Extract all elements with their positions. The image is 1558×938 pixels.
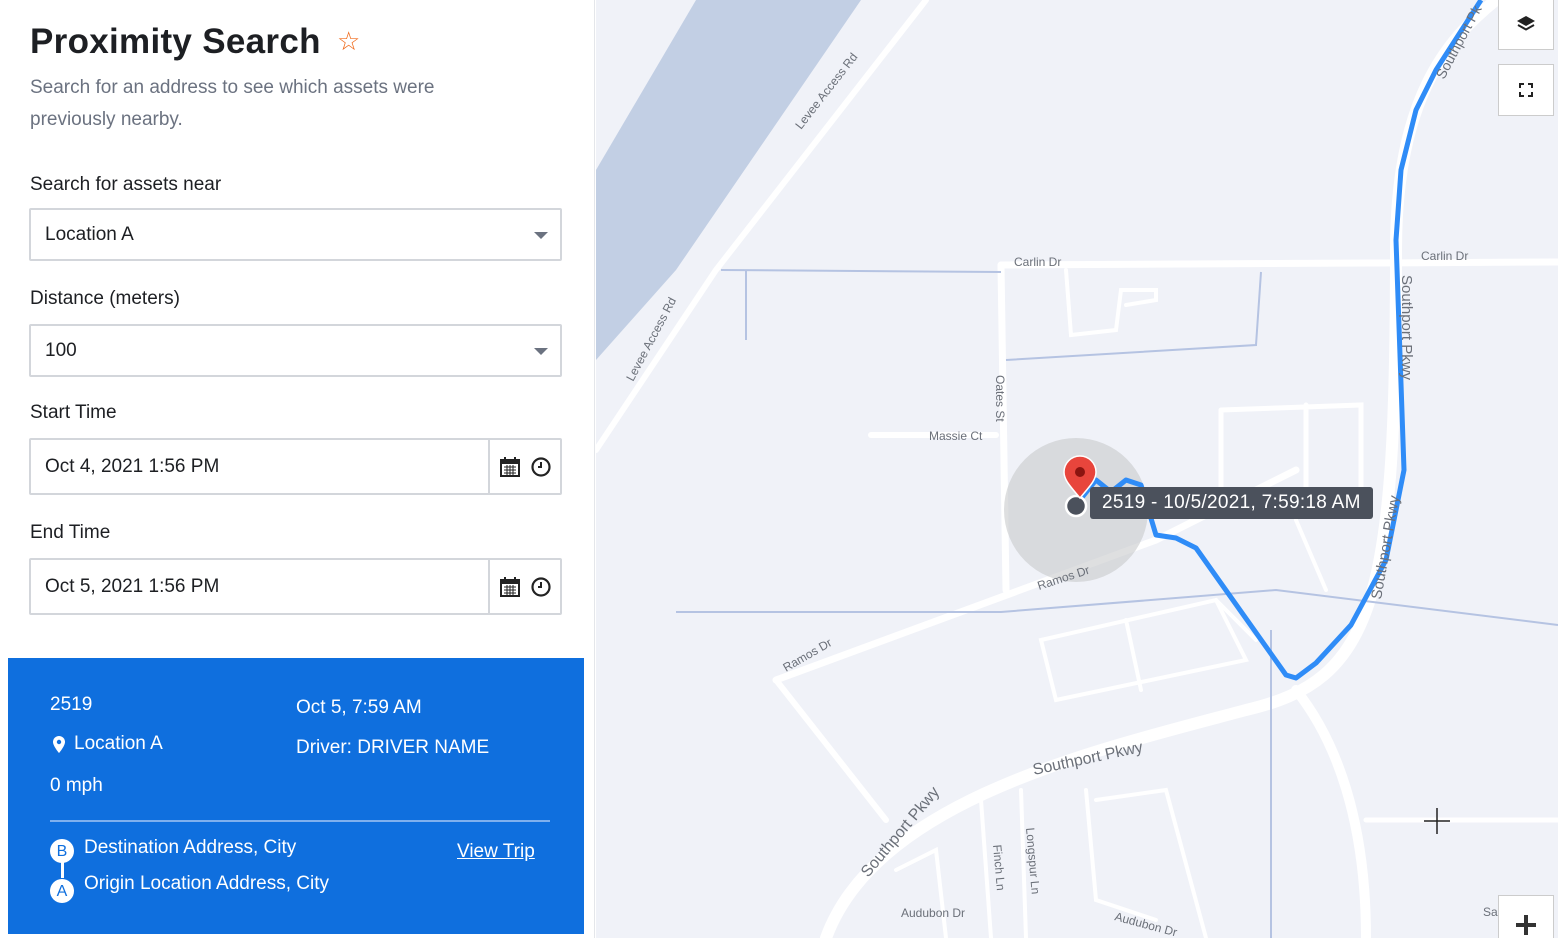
clock-icon[interactable] — [530, 576, 552, 598]
river — [596, 0, 861, 360]
origin-badge: A — [50, 879, 74, 903]
plus-icon — [1516, 915, 1536, 935]
star-outline-icon[interactable]: ☆ — [337, 26, 360, 57]
view-trip-link[interactable]: View Trip — [457, 841, 535, 863]
street-label: Southport Pkwy — [1398, 275, 1415, 381]
clock-icon[interactable] — [530, 456, 552, 478]
street-label: Finch Ln — [990, 844, 1008, 891]
map[interactable]: Levee Access Rd Levee Access Rd Carlin D… — [596, 0, 1558, 938]
near-label: Search for assets near — [30, 174, 222, 195]
calendar-icon[interactable] — [499, 456, 521, 478]
page-title: Proximity Search — [30, 22, 321, 61]
zoom-in-button[interactable] — [1498, 895, 1554, 938]
asset-tooltip: 2519 - 10/5/2021, 7:59:18 AM — [1090, 487, 1373, 519]
fullscreen-button[interactable] — [1498, 64, 1554, 116]
layers-button[interactable] — [1498, 0, 1554, 50]
start-time-label: Start Time — [30, 402, 117, 423]
street-label: Audubon Dr — [901, 906, 965, 920]
start-time-input[interactable]: Oct 4, 2021 1:56 PM — [29, 438, 562, 495]
map-canvas[interactable]: Levee Access Rd Levee Access Rd Carlin D… — [596, 0, 1558, 938]
asset-position-dot[interactable] — [1064, 494, 1088, 518]
origin-address: Origin Location Address, City — [84, 873, 330, 894]
end-time-label: End Time — [30, 522, 111, 543]
street-label: Sa — [1483, 905, 1498, 919]
asset-id: 2519 — [50, 694, 93, 715]
distance-value: 100 — [45, 339, 77, 361]
layers-icon — [1517, 16, 1535, 31]
result-card[interactable]: 2519 Location A 0 mph Oct 5, 7:59 AM Dri… — [8, 658, 584, 934]
trip-route — [1074, 0, 1484, 681]
crosshair-cursor — [1424, 808, 1450, 834]
street-label: Massie Ct — [929, 429, 983, 443]
distance-select[interactable]: 100 — [29, 324, 562, 377]
chevron-down-icon — [534, 232, 548, 239]
divider — [50, 820, 550, 822]
asset-speed: 0 mph — [50, 775, 103, 796]
page-subtitle: Search for an address to see which asset… — [30, 77, 435, 130]
destination-address: Destination Address, City — [84, 837, 297, 858]
street-label: Southport Pkwy — [1368, 494, 1403, 601]
marker-center — [1075, 467, 1085, 477]
end-time-value: Oct 5, 2021 1:56 PM — [45, 576, 220, 597]
street-label: Audubon Dr — [1113, 909, 1178, 938]
start-time-value: Oct 4, 2021 1:56 PM — [45, 456, 220, 477]
street-label: Southport Pkwy — [1031, 739, 1144, 779]
location-pin-icon — [53, 736, 65, 753]
calendar-icon[interactable] — [499, 576, 521, 598]
chevron-down-icon — [534, 348, 548, 355]
street-label: Carlin Dr — [1421, 249, 1468, 263]
proximity-search-panel: Proximity Search ☆ Search for an address… — [0, 0, 595, 938]
near-select[interactable]: Location A — [29, 208, 562, 261]
asset-location: Location A — [74, 733, 163, 754]
fullscreen-icon — [1519, 83, 1533, 97]
street-label: Southport Pk — [1433, 2, 1486, 82]
near-value: Location A — [45, 223, 134, 245]
asset-time: Oct 5, 7:59 AM — [296, 697, 422, 718]
end-time-input[interactable]: Oct 5, 2021 1:56 PM — [29, 558, 562, 615]
destination-badge: B — [50, 839, 74, 863]
distance-label: Distance (meters) — [30, 288, 180, 309]
street-label: Carlin Dr — [1014, 255, 1061, 269]
driver-name: Driver: DRIVER NAME — [296, 737, 490, 758]
street-label: Oates St — [993, 375, 1007, 422]
